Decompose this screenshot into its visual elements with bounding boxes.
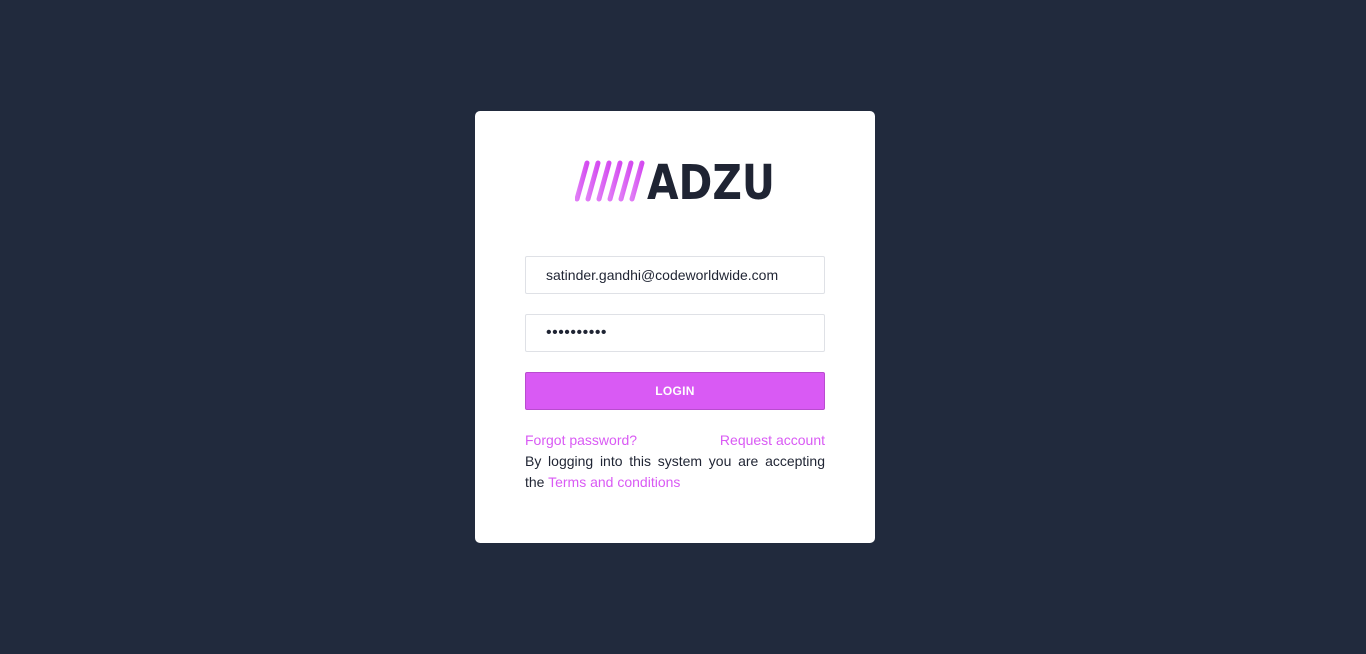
password-field[interactable] xyxy=(525,314,825,352)
adzu-logo: ADZU xyxy=(575,159,775,203)
terms-notice: By logging into this system you are acce… xyxy=(525,451,825,493)
login-button[interactable]: LOGIN xyxy=(525,372,825,410)
login-card: ADZU LOGIN Forgot password? Request acco… xyxy=(475,111,875,543)
forgot-password-link[interactable]: Forgot password? xyxy=(525,431,637,449)
slash-stripes-graphic xyxy=(575,160,645,202)
logo-wordmark: ADZU xyxy=(647,159,775,203)
request-account-link[interactable]: Request account xyxy=(720,431,825,449)
auth-links: Forgot password? Request account xyxy=(525,431,825,449)
terms-link[interactable]: Terms and conditions xyxy=(548,474,680,490)
email-field[interactable] xyxy=(525,256,825,294)
